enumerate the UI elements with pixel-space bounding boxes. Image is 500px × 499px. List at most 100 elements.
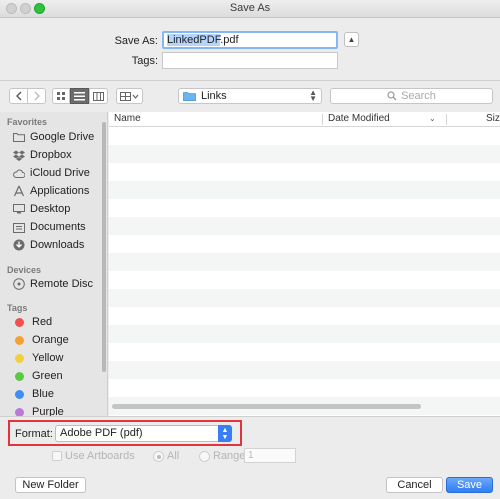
sidebar-item-label: Desktop — [30, 203, 71, 215]
downloads-icon — [13, 239, 25, 251]
devices-header: Devices — [7, 265, 42, 275]
tags-header: Tags — [7, 303, 28, 313]
back-button[interactable] — [9, 88, 28, 104]
tag-color-dot — [15, 407, 24, 416]
sidebar-tag-red[interactable]: Red — [13, 314, 52, 330]
save-as-label: Save As: — [114, 35, 158, 47]
sidebar-tag-orange[interactable]: Orange — [13, 332, 69, 348]
save-as-dialog: Save As Save As: LinkedPDF.pdf ▲ Tags: L… — [0, 0, 500, 499]
sidebar-item-label: Documents — [30, 221, 86, 233]
filename-selected-text: LinkedPDF — [167, 34, 221, 46]
toolbar-divider — [0, 80, 500, 81]
sidebar-tag-yellow[interactable]: Yellow — [13, 350, 63, 366]
format-dropdown[interactable]: Adobe PDF (pdf) ▲ ▼ — [55, 425, 232, 442]
new-folder-button[interactable]: New Folder — [15, 477, 86, 493]
tag-color-dot — [15, 335, 24, 345]
sidebar-tag-green[interactable]: Green — [13, 368, 63, 384]
tag-color-dot — [15, 389, 24, 399]
sidebar-item-desktop[interactable]: Desktop — [13, 201, 70, 217]
arrange-grid-icon — [120, 91, 139, 101]
horizontal-scrollbar[interactable] — [112, 404, 421, 409]
chevron-up-icon: ▲ — [347, 35, 356, 44]
filename-extension: .pdf — [220, 34, 239, 46]
tags-label: Tags: — [131, 55, 158, 67]
sidebar-item-label: Downloads — [30, 239, 85, 251]
sidebar-item-label: Green — [32, 370, 63, 382]
location-label: Links — [201, 90, 227, 102]
favorites-header: Favorites — [7, 117, 48, 127]
tags-input[interactable] — [162, 52, 338, 69]
tag-color-dot — [15, 371, 24, 381]
sidebar-tag-blue[interactable]: Blue — [13, 386, 54, 402]
column-size[interactable]: Siz — [486, 113, 500, 126]
search-input[interactable]: Search — [330, 88, 493, 104]
sidebar-item-applications[interactable]: Applications — [13, 183, 89, 199]
disc-icon — [13, 278, 25, 290]
tag-color-dot — [15, 317, 24, 327]
cloud-icon — [13, 167, 25, 179]
sidebar-item-label: iCloud Drive — [30, 167, 90, 179]
save-button[interactable]: Save — [446, 477, 493, 493]
column-header: Name Date Modified ⌄ Siz — [109, 112, 500, 127]
documents-icon — [13, 221, 25, 233]
sidebar-item-label: Remote Disc — [30, 278, 93, 290]
grid-icon — [56, 91, 65, 100]
file-list[interactable]: Name Date Modified ⌄ Siz — [109, 112, 500, 416]
list-view-button[interactable] — [70, 88, 89, 104]
arrange-button[interactable] — [116, 88, 143, 104]
all-radio[interactable] — [153, 450, 164, 462]
sidebar-scrollbar[interactable] — [102, 122, 106, 372]
tag-color-dot — [15, 353, 24, 363]
title-bar: Save As — [0, 0, 500, 18]
forward-button[interactable] — [27, 88, 46, 104]
chevron-right-icon — [34, 91, 40, 101]
list-icon — [74, 91, 85, 100]
all-option[interactable]: All — [153, 450, 179, 462]
columns-icon — [93, 91, 104, 101]
sidebar-item-documents[interactable]: Documents — [13, 219, 86, 235]
file-rows — [109, 127, 500, 416]
search-icon — [387, 91, 397, 101]
use-artboards-option[interactable]: Use Artboards — [52, 450, 135, 462]
dropbox-icon — [13, 149, 25, 161]
search-placeholder: Search — [401, 90, 436, 102]
folder-icon — [183, 92, 196, 101]
desktop-icon — [13, 203, 25, 215]
format-value: Adobe PDF (pdf) — [60, 427, 143, 439]
sidebar-item-label: Google Drive — [30, 131, 95, 143]
updown-chevron-icon: ▲ ▼ — [218, 425, 232, 442]
cancel-button[interactable]: Cancel — [386, 477, 443, 493]
sidebar-item-label: Dropbox — [30, 149, 72, 161]
sort-chevron-icon: ⌄ — [429, 114, 436, 123]
sidebar-item-remote-disc[interactable]: Remote Disc — [13, 276, 93, 292]
use-artboards-checkbox[interactable] — [52, 451, 62, 461]
chevron-left-icon — [15, 91, 21, 101]
sidebar-item-icloud-drive[interactable]: iCloud Drive — [13, 165, 90, 181]
save-as-input[interactable]: LinkedPDF.pdf — [162, 31, 338, 49]
sidebar-item-label: Purple — [32, 406, 64, 416]
updown-chevron-icon: ▲ ▼ — [309, 88, 317, 103]
sidebar-item-dropbox[interactable]: Dropbox — [13, 147, 72, 163]
sidebar-item-label: Applications — [30, 185, 90, 197]
sidebar-item-downloads[interactable]: Downloads — [13, 237, 84, 253]
use-artboards-label: Use Artboards — [65, 450, 135, 462]
range-option[interactable]: Range: — [199, 450, 248, 462]
all-label: All — [167, 450, 180, 462]
range-input[interactable]: 1 — [244, 448, 296, 463]
range-radio[interactable] — [199, 450, 210, 462]
sidebar-item-label: Blue — [32, 388, 55, 400]
location-dropdown[interactable]: Links ▲ ▼ — [178, 88, 322, 104]
icon-view-button[interactable] — [52, 88, 70, 104]
column-date-modified[interactable]: Date Modified — [328, 113, 390, 126]
folder-icon — [13, 131, 25, 143]
sidebar-item-google-drive[interactable]: Google Drive — [13, 129, 94, 145]
sidebar-item-label: Yellow — [32, 352, 64, 364]
column-name[interactable]: Name — [114, 113, 141, 126]
column-view-button[interactable] — [89, 88, 108, 104]
collapse-dialog-button[interactable]: ▲ — [344, 32, 359, 47]
sidebar-item-label: Orange — [32, 334, 69, 346]
sidebar-tag-purple[interactable]: Purple — [13, 404, 64, 416]
format-label: Format: — [15, 428, 53, 440]
sidebar-item-label: Red — [32, 316, 53, 328]
sidebar: Favorites Google Drive Dropbox iCloud Dr… — [0, 112, 108, 416]
